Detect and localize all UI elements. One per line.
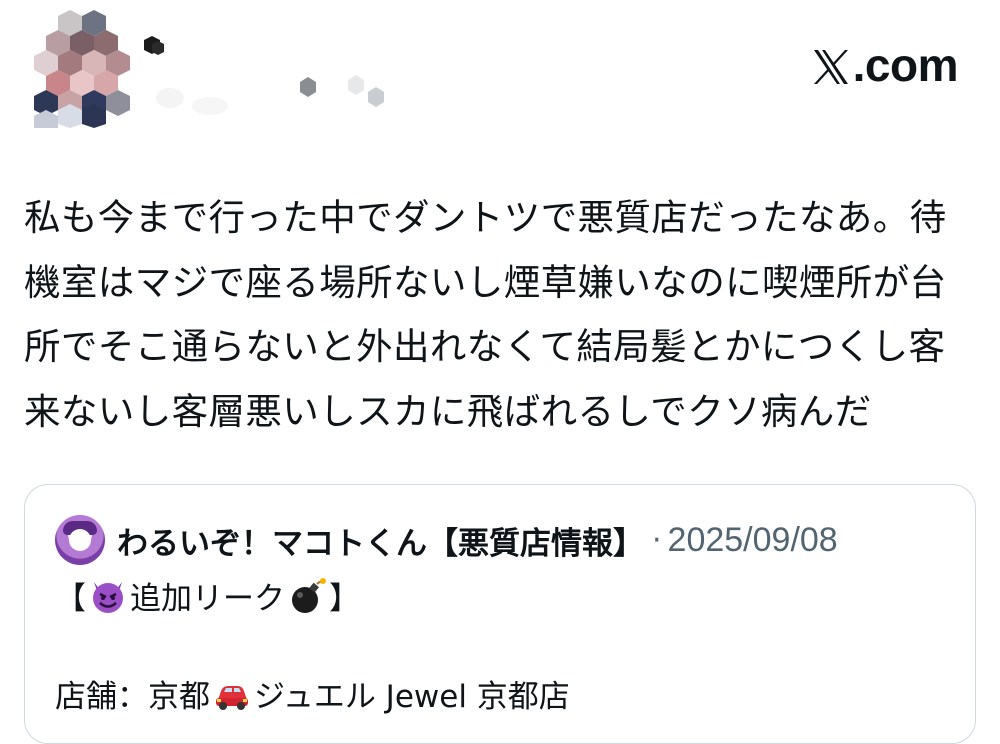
quoted-post-date[interactable]: 2025/09/08 xyxy=(668,521,838,560)
quoted-author-avatar[interactable] xyxy=(55,515,105,565)
quoted-line-store: 店舗：京都 ジュエル Jewel 京都店 xyxy=(55,671,570,716)
post-body-text: 私も今まで行った中でダントツで悪質店だったなあ。待 機室はマジで座る場所ないし煙… xyxy=(24,196,947,433)
bracket-open: 【 xyxy=(55,581,86,617)
brand-domain: .com xyxy=(852,39,959,91)
user-avatar[interactable] xyxy=(22,10,140,128)
smiling-devil-emoji xyxy=(93,581,123,613)
quoted-author-name[interactable]: わるいぞ！マコトくん【悪質店情報】 xyxy=(117,518,644,563)
bomb-emoji xyxy=(292,577,326,613)
x-com-brand: .com xyxy=(811,38,959,92)
quoted-line-leak: 【 追加リーク 】 xyxy=(55,573,360,618)
store-label: 店舗：京都 xyxy=(55,679,210,715)
leak-label: 追加リーク xyxy=(130,581,285,617)
x-logo-icon xyxy=(813,50,848,84)
red-car-emoji xyxy=(216,685,248,710)
store-name: ジュエル Jewel 京都店 xyxy=(254,679,570,715)
username-blurred[interactable] xyxy=(140,30,400,120)
header-separator: · xyxy=(652,522,662,558)
bracket-close: 】 xyxy=(329,581,360,617)
quoted-post-card[interactable]: わるいぞ！マコトくん【悪質店情報】 · 2025/09/08 【 追加リーク 】… xyxy=(24,484,976,744)
quoted-post-header: わるいぞ！マコトくん【悪質店情報】 · 2025/09/08 xyxy=(55,515,838,565)
